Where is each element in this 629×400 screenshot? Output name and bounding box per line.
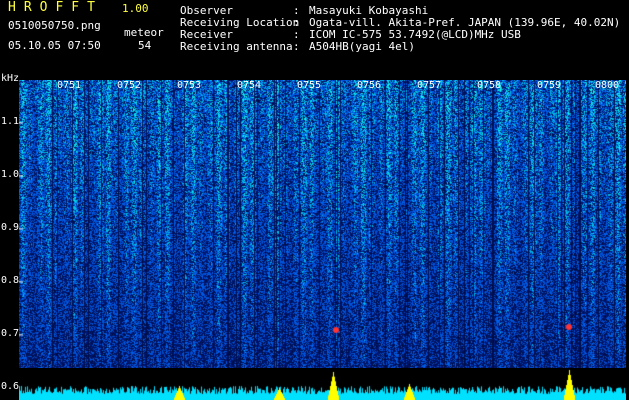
frequency-tick-label: 1.1 [1, 116, 20, 128]
info-separator: : [293, 40, 300, 53]
time-tick-label: 0756 [357, 80, 382, 91]
frequency-tick-label: 0.7 [1, 328, 20, 340]
app-version: 1.00 [122, 2, 149, 15]
frequency-tick-label: 0.6 [1, 381, 20, 393]
power-strip-canvas [19, 368, 626, 400]
info-key: Receiving antenna [180, 40, 293, 53]
time-tick-label: 0757 [417, 80, 442, 91]
frequency-tick-label: 1.0 [1, 169, 20, 181]
meteor-label: meteor [124, 26, 164, 39]
time-tick-label: 0759 [537, 80, 562, 91]
time-tick-label: 0754 [237, 80, 262, 91]
info-value: A504HB(yagi 4el) [309, 40, 415, 53]
time-tick-label: 0758 [477, 80, 502, 91]
time-tick-label: 0755 [297, 80, 322, 91]
frequency-tick-label: 0.9 [1, 222, 20, 234]
time-tick-label: 0800 [595, 80, 620, 91]
meteor-count: 54 [138, 39, 152, 52]
time-tick-label: 0751 [57, 80, 82, 91]
time-tick-label: 0753 [177, 80, 202, 91]
spectrogram-canvas [19, 80, 626, 398]
axis-unit-label: kHz [1, 73, 20, 84]
frequency-tick-label: 0.8 [1, 275, 20, 287]
app-title: HROFFT [8, 0, 103, 15]
date-time: 05.10.05 07:50 [8, 39, 101, 52]
info-row-antenna: Receiving antenna: A504HB(yagi 4el) [180, 40, 415, 53]
time-tick-label: 0752 [117, 80, 142, 91]
file-name: 0510050750.png [8, 19, 101, 32]
